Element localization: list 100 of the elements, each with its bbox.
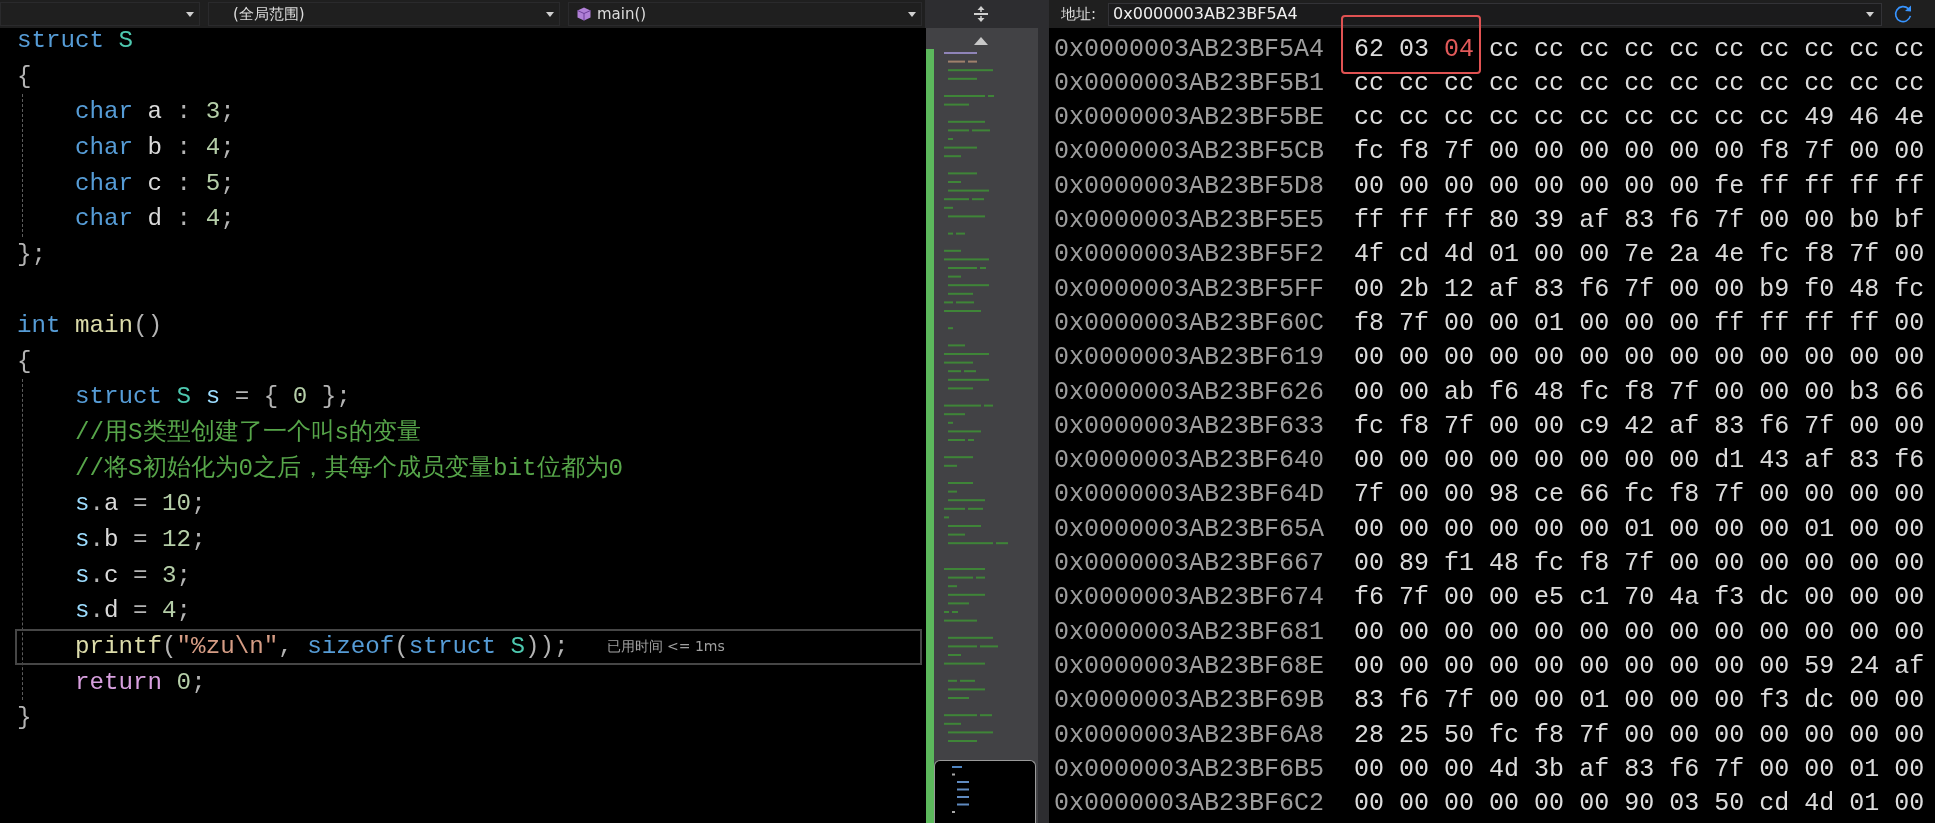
refresh-icon[interactable] bbox=[1893, 4, 1913, 24]
memory-byte: f3 bbox=[1714, 582, 1745, 615]
memory-byte: 2b bbox=[1399, 273, 1430, 306]
splitter-icon[interactable] bbox=[974, 6, 988, 22]
memory-byte: 00 bbox=[1489, 616, 1520, 649]
address-label: 地址: bbox=[1061, 3, 1097, 25]
scroll-up-icon[interactable] bbox=[974, 37, 988, 45]
memory-byte: 7f bbox=[1804, 136, 1835, 169]
memory-byte: 00 bbox=[1894, 788, 1925, 821]
memory-byte: b0 bbox=[1849, 205, 1880, 238]
memory-byte: 42 bbox=[1624, 410, 1655, 443]
memory-byte: 00 bbox=[1759, 753, 1790, 786]
memory-byte: cc bbox=[1624, 67, 1655, 100]
memory-byte: 00 bbox=[1669, 513, 1700, 546]
memory-byte: ff bbox=[1354, 205, 1385, 238]
memory-byte: 03 bbox=[1399, 33, 1430, 66]
memory-byte: af bbox=[1669, 410, 1700, 443]
memory-byte: 00 bbox=[1714, 685, 1745, 718]
memory-byte: 00 bbox=[1759, 205, 1790, 238]
memory-byte: cc bbox=[1444, 67, 1475, 100]
memory-byte: 00 bbox=[1669, 650, 1700, 683]
memory-byte: 00 bbox=[1624, 445, 1655, 478]
memory-byte: cc bbox=[1714, 67, 1745, 100]
memory-byte: 00 bbox=[1489, 582, 1520, 615]
memory-byte: 00 bbox=[1624, 136, 1655, 169]
memory-byte: cd bbox=[1759, 788, 1790, 821]
memory-address: 0x0000003AB23BF5BE bbox=[1054, 102, 1325, 135]
memory-byte: 00 bbox=[1894, 479, 1925, 512]
function-dropdown[interactable]: main() bbox=[568, 2, 922, 26]
minimap-viewport[interactable] bbox=[934, 760, 1036, 823]
memory-byte: 7f bbox=[1714, 753, 1745, 786]
memory-byte: 00 bbox=[1669, 445, 1700, 478]
memory-byte: ff bbox=[1804, 307, 1835, 340]
memory-byte: 00 bbox=[1534, 616, 1565, 649]
memory-byte: 4f bbox=[1354, 239, 1385, 272]
memory-byte: 00 bbox=[1534, 513, 1565, 546]
memory-byte: f6 bbox=[1579, 273, 1610, 306]
memory-byte: 00 bbox=[1804, 548, 1835, 581]
memory-byte: 00 bbox=[1894, 548, 1925, 581]
memory-address: 0x0000003AB23BF6C2 bbox=[1054, 788, 1325, 821]
memory-byte: 00 bbox=[1849, 136, 1880, 169]
memory-byte: 00 bbox=[1399, 616, 1430, 649]
memory-byte: cc bbox=[1759, 33, 1790, 66]
memory-byte: 4a bbox=[1669, 582, 1700, 615]
caret-icon bbox=[1866, 11, 1874, 17]
memory-byte: 00 bbox=[1849, 582, 1880, 615]
memory-byte: 4d bbox=[1804, 788, 1835, 821]
address-combobox[interactable]: 0x0000003AB23BF5A4 bbox=[1108, 2, 1882, 26]
memory-byte: 00 bbox=[1399, 445, 1430, 478]
memory-byte: 7e bbox=[1624, 239, 1655, 272]
memory-byte: 00 bbox=[1354, 650, 1385, 683]
memory-byte: 00 bbox=[1489, 307, 1520, 340]
memory-byte: 01 bbox=[1624, 513, 1655, 546]
memory-byte: 00 bbox=[1849, 719, 1880, 752]
memory-byte: 00 bbox=[1759, 376, 1790, 409]
memory-byte: cc bbox=[1399, 67, 1430, 100]
memory-byte: 7f bbox=[1444, 685, 1475, 718]
memory-byte: 00 bbox=[1489, 788, 1520, 821]
memory-byte: 28 bbox=[1354, 719, 1385, 752]
memory-byte: 01 bbox=[1534, 307, 1565, 340]
memory-byte: 12 bbox=[1444, 273, 1475, 306]
memory-byte: 83 bbox=[1624, 205, 1655, 238]
minimap-panel[interactable] bbox=[926, 28, 1038, 823]
memory-byte: cc bbox=[1624, 102, 1655, 135]
memory-byte: 48 bbox=[1849, 273, 1880, 306]
memory-byte: 00 bbox=[1669, 307, 1700, 340]
code-line: s.d = 4; bbox=[75, 596, 192, 627]
memory-byte: ff bbox=[1399, 205, 1430, 238]
memory-byte: 00 bbox=[1714, 616, 1745, 649]
memory-byte: 89 bbox=[1399, 548, 1430, 581]
memory-address: 0x0000003AB23BF6B5 bbox=[1054, 753, 1325, 786]
memory-byte: cc bbox=[1714, 102, 1745, 135]
memory-byte: 00 bbox=[1759, 616, 1790, 649]
scope-dropdown[interactable]: (全局范围) bbox=[208, 2, 560, 26]
memory-byte: 00 bbox=[1444, 513, 1475, 546]
code-line: struct S s = { 0 }; bbox=[75, 382, 351, 413]
memory-byte: 00 bbox=[1534, 342, 1565, 375]
memory-byte: 00 bbox=[1399, 753, 1430, 786]
memory-byte: 00 bbox=[1759, 548, 1790, 581]
memory-byte: 83 bbox=[1624, 753, 1655, 786]
memory-byte: f8 bbox=[1759, 136, 1790, 169]
memory-byte: 00 bbox=[1849, 479, 1880, 512]
memory-byte: 66 bbox=[1894, 376, 1925, 409]
memory-byte: 43 bbox=[1759, 445, 1790, 478]
memory-byte: 4e bbox=[1714, 239, 1745, 272]
memory-byte: ff bbox=[1714, 307, 1745, 340]
memory-byte: 00 bbox=[1714, 513, 1745, 546]
memory-byte: 00 bbox=[1849, 548, 1880, 581]
memory-byte: cc bbox=[1579, 102, 1610, 135]
memory-address: 0x0000003AB23BF65A bbox=[1054, 513, 1325, 546]
memory-byte: 80 bbox=[1489, 205, 1520, 238]
memory-byte: 7f bbox=[1804, 410, 1835, 443]
code-line: s.b = 12; bbox=[75, 524, 206, 555]
memory-byte: 00 bbox=[1669, 719, 1700, 752]
memory-byte: 7f bbox=[1714, 205, 1745, 238]
code-line: char b : 4; bbox=[75, 132, 235, 163]
memory-byte: c1 bbox=[1579, 582, 1610, 615]
memory-byte: 00 bbox=[1534, 445, 1565, 478]
memory-byte: 00 bbox=[1894, 616, 1925, 649]
cube-icon bbox=[577, 7, 591, 21]
